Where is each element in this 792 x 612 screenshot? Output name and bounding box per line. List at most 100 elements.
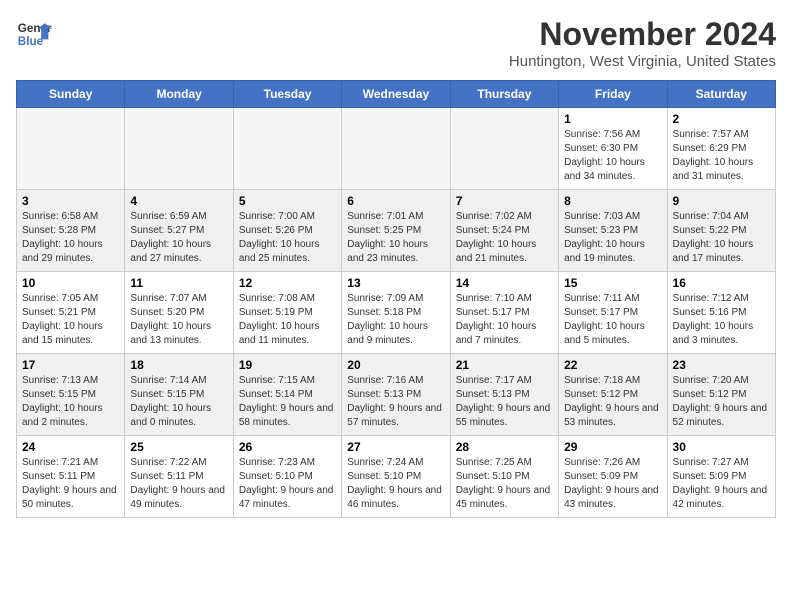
calendar-cell: 6Sunrise: 7:01 AM Sunset: 5:25 PM Daylig… [342, 190, 450, 272]
day-number: 28 [456, 440, 553, 454]
calendar-cell: 27 Sunrise: 7:24 AM Sunset: 5:10 PM Dayli… [342, 436, 450, 518]
calendar-cell: 12Sunrise: 7:08 AM Sunset: 5:19 PM Dayli… [233, 272, 341, 354]
column-header-friday: Friday [559, 81, 667, 108]
cell-info: Sunrise: 7:13 AM Sunset: 5:15 PM Dayligh… [22, 374, 119, 430]
day-number: 3 [22, 194, 119, 208]
page-header: General Blue November 2024 Huntington, W… [16, 16, 776, 70]
calendar-cell: 2 Sunrise: 7:57 AM Sunset: 6:29 PM Daylig… [667, 108, 775, 190]
day-number: 9 [673, 194, 770, 208]
calendar-cell: 16Sunrise: 7:12 AM Sunset: 5:16 PM Dayli… [667, 272, 775, 354]
cell-info: Sunrise: 6:58 AM Sunset: 5:28 PM Dayligh… [22, 210, 119, 266]
week-row-3: 10 Sunrise: 7:05 AM Sunset: 5:21 PM Dayli… [17, 272, 776, 354]
column-header-monday: Monday [125, 81, 233, 108]
day-number: 15 [564, 276, 661, 290]
day-number: 11 [130, 276, 227, 290]
cell-info: Sunrise: 7:15 AM Sunset: 5:14 PM Dayligh… [239, 374, 336, 430]
header-row: SundayMondayTuesdayWednesdayThursdayFrid… [17, 81, 776, 108]
day-number: 10 [22, 276, 119, 290]
day-number: 23 [673, 358, 770, 372]
calendar-cell: 15 Sunrise: 7:11 AM Sunset: 5:17 PM Dayli… [559, 272, 667, 354]
calendar-table: SundayMondayTuesdayWednesdayThursdayFrid… [16, 80, 776, 518]
cell-info: Sunrise: 7:11 AM Sunset: 5:17 PM Dayligh… [564, 292, 661, 348]
day-number: 5 [239, 194, 336, 208]
day-number: 19 [239, 358, 336, 372]
cell-info: Sunrise: 7:09 AM Sunset: 5:18 PM Dayligh… [347, 292, 444, 348]
cell-info: Sunrise: 7:18 AM Sunset: 5:12 PM Dayligh… [564, 374, 661, 430]
day-number: 30 [673, 440, 770, 454]
calendar-cell: 4 Sunrise: 6:59 AM Sunset: 5:27 PM Daylig… [125, 190, 233, 272]
calendar-cell: 23 Sunrise: 7:20 AM Sunset: 5:12 PM Dayli… [667, 354, 775, 436]
day-number: 22 [564, 358, 661, 372]
day-number: 24 [22, 440, 119, 454]
calendar-cell: 30 Sunrise: 7:27 AM Sunset: 5:09 PM Dayli… [667, 436, 775, 518]
cell-info: Sunrise: 7:01 AM Sunset: 5:25 PM Dayligh… [347, 210, 444, 266]
cell-info: Sunrise: 7:00 AM Sunset: 5:26 PM Dayligh… [239, 210, 336, 266]
day-number: 7 [456, 194, 553, 208]
day-number: 2 [673, 112, 770, 126]
svg-text:Blue: Blue [18, 35, 44, 48]
cell-info: Sunrise: 7:14 AM Sunset: 5:15 PM Dayligh… [130, 374, 227, 430]
calendar-cell: 24 Sunrise: 7:21 AM Sunset: 5:11 PM Dayli… [17, 436, 125, 518]
calendar-cell: 11 Sunrise: 7:07 AM Sunset: 5:20 PM Dayli… [125, 272, 233, 354]
calendar-cell: 3 Sunrise: 6:58 AM Sunset: 5:28 PM Daylig… [17, 190, 125, 272]
day-number: 1 [564, 112, 661, 126]
cell-info: Sunrise: 7:24 AM Sunset: 5:10 PM Dayligh… [347, 456, 444, 512]
logo-icon: General Blue [16, 16, 52, 52]
cell-info: Sunrise: 7:17 AM Sunset: 5:13 PM Dayligh… [456, 374, 553, 430]
day-number: 20 [347, 358, 444, 372]
day-number: 27 [347, 440, 444, 454]
column-header-sunday: Sunday [17, 81, 125, 108]
cell-info: Sunrise: 7:05 AM Sunset: 5:21 PM Dayligh… [22, 292, 119, 348]
day-number: 14 [456, 276, 553, 290]
month-title: November 2024 [509, 16, 776, 53]
day-number: 4 [130, 194, 227, 208]
cell-info: Sunrise: 7:20 AM Sunset: 5:12 PM Dayligh… [673, 374, 770, 430]
day-number: 26 [239, 440, 336, 454]
calendar-cell: 20Sunrise: 7:16 AM Sunset: 5:13 PM Dayli… [342, 354, 450, 436]
logo: General Blue [16, 16, 52, 52]
calendar-cell: 18 Sunrise: 7:14 AM Sunset: 5:15 PM Dayli… [125, 354, 233, 436]
column-header-saturday: Saturday [667, 81, 775, 108]
calendar-cell: 7Sunrise: 7:02 AM Sunset: 5:24 PM Daylig… [450, 190, 558, 272]
cell-info: Sunrise: 7:22 AM Sunset: 5:11 PM Dayligh… [130, 456, 227, 512]
cell-info: Sunrise: 7:04 AM Sunset: 5:22 PM Dayligh… [673, 210, 770, 266]
calendar-cell: 17 Sunrise: 7:13 AM Sunset: 5:15 PM Dayli… [17, 354, 125, 436]
calendar-cell: 1 Sunrise: 7:56 AM Sunset: 6:30 PM Daylig… [559, 108, 667, 190]
calendar-cell: 21 Sunrise: 7:17 AM Sunset: 5:13 PM Dayli… [450, 354, 558, 436]
calendar-cell: 10 Sunrise: 7:05 AM Sunset: 5:21 PM Dayli… [17, 272, 125, 354]
location-title: Huntington, West Virginia, United States [509, 53, 776, 70]
cell-info: Sunrise: 7:57 AM Sunset: 6:29 PM Dayligh… [673, 128, 770, 184]
cell-info: Sunrise: 7:12 AM Sunset: 5:16 PM Dayligh… [673, 292, 770, 348]
cell-info: Sunrise: 7:10 AM Sunset: 5:17 PM Dayligh… [456, 292, 553, 348]
calendar-cell: 8Sunrise: 7:03 AM Sunset: 5:23 PM Daylig… [559, 190, 667, 272]
week-row-2: 3 Sunrise: 6:58 AM Sunset: 5:28 PM Daylig… [17, 190, 776, 272]
cell-info: Sunrise: 7:27 AM Sunset: 5:09 PM Dayligh… [673, 456, 770, 512]
calendar-cell: 25 Sunrise: 7:22 AM Sunset: 5:11 PM Dayli… [125, 436, 233, 518]
day-number: 8 [564, 194, 661, 208]
calendar-cell: 26 Sunrise: 7:23 AM Sunset: 5:10 PM Dayli… [233, 436, 341, 518]
calendar-cell [17, 108, 125, 190]
calendar-cell: 5 Sunrise: 7:00 AM Sunset: 5:26 PM Daylig… [233, 190, 341, 272]
cell-info: Sunrise: 7:21 AM Sunset: 5:11 PM Dayligh… [22, 456, 119, 512]
calendar-cell: 13 Sunrise: 7:09 AM Sunset: 5:18 PM Dayli… [342, 272, 450, 354]
cell-info: Sunrise: 6:59 AM Sunset: 5:27 PM Dayligh… [130, 210, 227, 266]
week-row-4: 17 Sunrise: 7:13 AM Sunset: 5:15 PM Dayli… [17, 354, 776, 436]
calendar-cell [450, 108, 558, 190]
day-number: 21 [456, 358, 553, 372]
cell-info: Sunrise: 7:25 AM Sunset: 5:10 PM Dayligh… [456, 456, 553, 512]
title-area: November 2024 Huntington, West Virginia,… [509, 16, 776, 70]
week-row-1: 1 Sunrise: 7:56 AM Sunset: 6:30 PM Daylig… [17, 108, 776, 190]
week-row-5: 24 Sunrise: 7:21 AM Sunset: 5:11 PM Dayli… [17, 436, 776, 518]
cell-info: Sunrise: 7:56 AM Sunset: 6:30 PM Dayligh… [564, 128, 661, 184]
calendar-cell: 19 Sunrise: 7:15 AM Sunset: 5:14 PM Dayli… [233, 354, 341, 436]
cell-info: Sunrise: 7:23 AM Sunset: 5:10 PM Dayligh… [239, 456, 336, 512]
cell-info: Sunrise: 7:07 AM Sunset: 5:20 PM Dayligh… [130, 292, 227, 348]
day-number: 17 [22, 358, 119, 372]
day-number: 13 [347, 276, 444, 290]
column-header-thursday: Thursday [450, 81, 558, 108]
calendar-cell: 29Sunrise: 7:26 AM Sunset: 5:09 PM Dayli… [559, 436, 667, 518]
cell-info: Sunrise: 7:26 AM Sunset: 5:09 PM Dayligh… [564, 456, 661, 512]
day-number: 25 [130, 440, 227, 454]
column-header-tuesday: Tuesday [233, 81, 341, 108]
day-number: 18 [130, 358, 227, 372]
